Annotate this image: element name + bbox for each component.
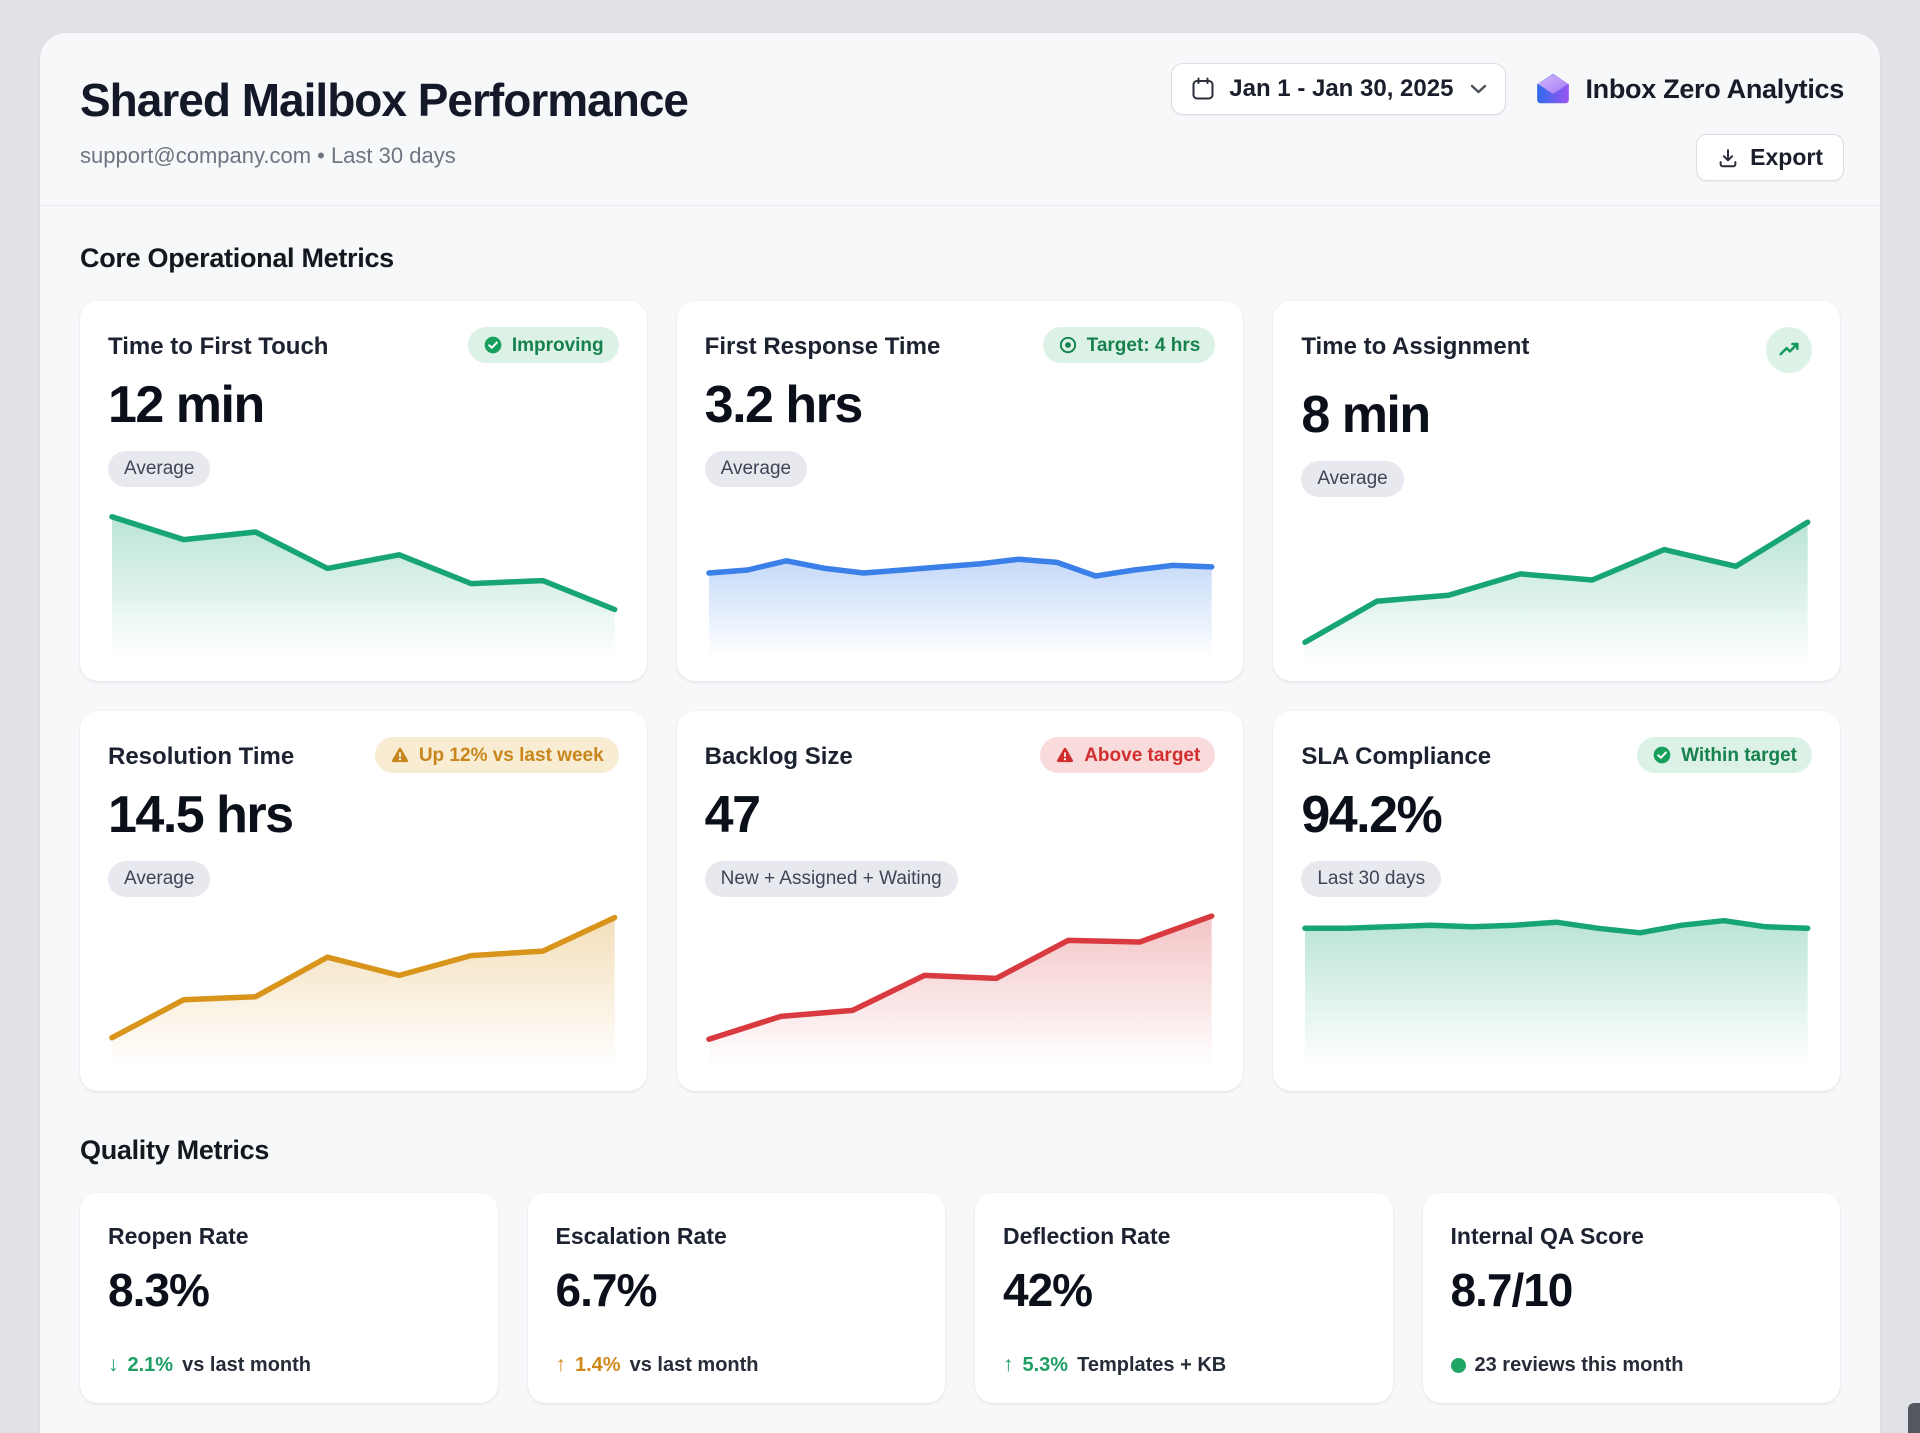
metric-value: 8 min [1301, 385, 1812, 445]
metric-delta: ↓ 2.1% vs last month [108, 1353, 470, 1377]
sparkline [108, 487, 619, 657]
sparkline [1301, 497, 1812, 667]
export-button[interactable]: Export [1696, 134, 1844, 181]
brand-name: Inbox Zero Analytics [1585, 74, 1844, 105]
status-dot-icon [1451, 1358, 1466, 1373]
sparkline [108, 897, 619, 1067]
metric-value: 14.5 hrs [108, 785, 619, 845]
metric-value: 42% [1003, 1263, 1365, 1317]
metric-tag: Last 30 days [1301, 861, 1441, 897]
metric-value: 8.7/10 [1451, 1263, 1813, 1317]
quality-card: Internal QA Score 8.7/10 23 reviews this… [1423, 1193, 1841, 1403]
arrow-up-icon: ↑ [556, 1353, 567, 1377]
chevron-down-icon [1470, 83, 1487, 95]
warning-icon [390, 745, 410, 765]
sparkline [1301, 897, 1812, 1067]
metric-title: Resolution Time [108, 737, 294, 771]
sparkline-chart [1301, 897, 1812, 1067]
delta-note: Templates + KB [1077, 1354, 1226, 1377]
metric-title: First Response Time [705, 327, 941, 361]
check-circle-icon [1652, 745, 1672, 765]
export-label: Export [1750, 144, 1823, 171]
metric-value: 47 [705, 785, 1216, 845]
metric-card: Time to First Touch Improving 12 min Ave… [80, 301, 647, 681]
metric-value: 94.2% [1301, 785, 1812, 845]
status-badge: Above target [1040, 737, 1215, 773]
status-badge: Within target [1637, 737, 1812, 773]
section-title-core: Core Operational Metrics [80, 243, 1840, 274]
metric-title: Internal QA Score [1451, 1219, 1813, 1250]
metric-tag: Average [1301, 461, 1403, 497]
metric-value: 8.3% [108, 1263, 470, 1317]
calendar-icon [1190, 76, 1216, 102]
status-badge: Up 12% vs last week [375, 737, 619, 773]
metric-value: 3.2 hrs [705, 375, 1216, 435]
header-actions: Jan 1 - Jan 30, 2025 [1171, 63, 1844, 181]
sparkline-chart [108, 897, 619, 1067]
sparkline-chart [705, 487, 1216, 657]
metric-value: 12 min [108, 375, 619, 435]
metric-title: Reopen Rate [108, 1219, 470, 1250]
arrow-down-icon: ↓ [108, 1353, 119, 1377]
sparkline [705, 487, 1216, 657]
date-range-picker[interactable]: Jan 1 - Jan 30, 2025 [1171, 63, 1506, 115]
status-badge: Improving [468, 327, 619, 363]
metric-title: Escalation Rate [556, 1219, 918, 1250]
main-content: Core Operational Metrics Time to First T… [40, 243, 1880, 1403]
sparkline-chart [1301, 497, 1812, 667]
metric-delta: ↑ 1.4% vs last month [556, 1353, 918, 1377]
quality-card: Escalation Rate 6.7% ↑ 1.4% vs last mont… [528, 1193, 946, 1403]
metric-card: Time to Assignment 8 min Average [1273, 301, 1840, 681]
dashboard-panel: Shared Mailbox Performance support@compa… [40, 33, 1880, 1433]
status-badge [1766, 327, 1812, 373]
delta-note: vs last month [630, 1354, 759, 1377]
target-icon [1058, 335, 1078, 355]
metric-tag: Average [108, 861, 210, 897]
metric-tag: Average [705, 451, 807, 487]
arrow-up-icon: ↑ [1003, 1353, 1014, 1377]
inbox-zero-logo-icon [1534, 70, 1572, 108]
delta-note: 23 reviews this month [1475, 1354, 1684, 1377]
metric-card: First Response Time Target: 4 hrs 3.2 hr… [677, 301, 1244, 681]
metric-tag: New + Assigned + Waiting [705, 861, 958, 897]
metric-title: Backlog Size [705, 737, 853, 771]
metric-card: Resolution Time Up 12% vs last week 14.5… [80, 711, 647, 1091]
metric-tag: Average [108, 451, 210, 487]
metric-title: Time to Assignment [1301, 327, 1529, 361]
delta-value: 1.4% [575, 1354, 621, 1377]
quality-metrics-grid: Reopen Rate 8.3% ↓ 2.1% vs last month Es… [80, 1193, 1840, 1403]
section-title-quality: Quality Metrics [80, 1135, 1840, 1166]
metric-card: SLA Compliance Within target 94.2% Last … [1273, 711, 1840, 1091]
check-circle-icon [483, 335, 503, 355]
metric-delta: ↑ 5.3% Templates + KB [1003, 1353, 1365, 1377]
header: Shared Mailbox Performance support@compa… [40, 33, 1880, 206]
brand: Inbox Zero Analytics [1534, 70, 1844, 108]
trend-up-icon [1777, 338, 1802, 363]
metric-title: Deflection Rate [1003, 1219, 1365, 1250]
sparkline-chart [108, 487, 619, 657]
quality-card: Reopen Rate 8.3% ↓ 2.1% vs last month [80, 1193, 498, 1403]
delta-value: 5.3% [1023, 1354, 1069, 1377]
status-badge: Target: 4 hrs [1043, 327, 1216, 363]
delta-value: 2.1% [128, 1354, 174, 1377]
metric-value: 6.7% [556, 1263, 918, 1317]
core-metrics-grid: Time to First Touch Improving 12 min Ave… [80, 301, 1840, 1091]
sparkline [705, 897, 1216, 1067]
metric-delta: 23 reviews this month [1451, 1354, 1813, 1377]
sparkline-chart [705, 897, 1216, 1067]
delta-note: vs last month [182, 1354, 311, 1377]
scrollbar-thumb[interactable] [1908, 1403, 1920, 1433]
metric-card: Backlog Size Above target 47 New + Assig… [677, 711, 1244, 1091]
metric-title: Time to First Touch [108, 327, 328, 361]
download-icon [1717, 147, 1739, 169]
metric-title: SLA Compliance [1301, 737, 1491, 771]
date-range-label: Jan 1 - Jan 30, 2025 [1229, 75, 1453, 103]
quality-card: Deflection Rate 42% ↑ 5.3% Templates + K… [975, 1193, 1393, 1403]
warning-icon [1055, 745, 1075, 765]
